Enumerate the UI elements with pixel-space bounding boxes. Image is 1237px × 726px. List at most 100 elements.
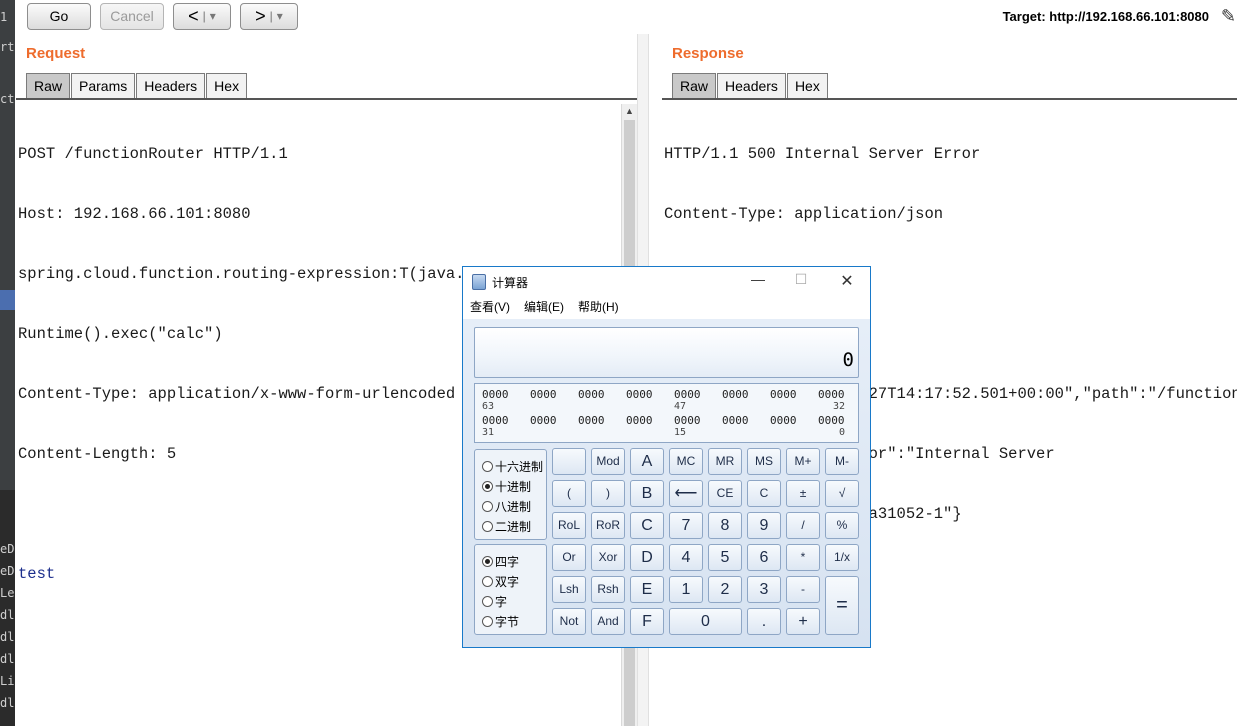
key-sqrt[interactable]: √	[825, 480, 859, 507]
key-not[interactable]: Not	[552, 608, 586, 635]
key-rsh[interactable]: Rsh	[591, 576, 625, 603]
radio-oct[interactable]: 八进制	[482, 498, 531, 515]
maximize-button[interactable]: ☐	[786, 271, 816, 288]
pencil-icon[interactable]: ✎	[1221, 6, 1236, 27]
key-1[interactable]: 1	[669, 576, 703, 603]
key-hex-c[interactable]: C	[630, 512, 664, 539]
key-4[interactable]: 4	[669, 544, 703, 571]
tab-hex[interactable]: Hex	[206, 73, 248, 98]
key-b[interactable]: B	[630, 480, 664, 507]
tab-raw[interactable]: Raw	[672, 73, 717, 98]
key-f[interactable]: F	[630, 608, 664, 635]
key-lsh[interactable]: Lsh	[552, 576, 586, 603]
key-negate[interactable]: ±	[786, 480, 820, 507]
key-and[interactable]: And	[591, 608, 625, 635]
calculator-titlebar[interactable]: 计算器 — ☐ ✕	[463, 267, 870, 297]
bit-index: 47	[674, 401, 687, 412]
key-3[interactable]: 3	[747, 576, 781, 603]
bit-group: 0000	[482, 414, 509, 427]
cancel-button[interactable]: Cancel	[100, 3, 164, 30]
left-strip-upper-panel	[0, 0, 15, 490]
key-blank[interactable]	[552, 448, 586, 475]
menu-help[interactable]: 帮助(H)	[578, 297, 619, 319]
word-radio-group: 四字 双字 字 字节	[474, 544, 547, 635]
left-strip-item: cti	[0, 92, 15, 106]
button-separator: |	[269, 9, 273, 23]
radio-label: 四字	[495, 555, 520, 569]
key-6[interactable]: 6	[747, 544, 781, 571]
calculator-title: 计算器	[492, 276, 529, 290]
radio-label: 二进制	[495, 520, 532, 534]
key-minus[interactable]: -	[786, 576, 820, 603]
minimize-button[interactable]: —	[743, 271, 773, 287]
menu-edit[interactable]: 编辑(E)	[524, 297, 564, 319]
backspace-icon[interactable]: ⟵	[669, 480, 703, 507]
tab-hex[interactable]: Hex	[786, 73, 828, 98]
radio-qword[interactable]: 四字	[482, 553, 519, 570]
key-rol[interactable]: RoL	[552, 512, 586, 539]
scroll-up-icon[interactable]: ▲	[625, 106, 634, 116]
bit-group: 0000	[770, 388, 797, 401]
key-2[interactable]: 2	[708, 576, 742, 603]
key-mminus[interactable]: M-	[825, 448, 859, 475]
key-ms[interactable]: MS	[747, 448, 781, 475]
bit-group: 0000	[674, 414, 701, 427]
key-divide[interactable]: /	[786, 512, 820, 539]
tab-headers[interactable]: Headers	[717, 73, 786, 98]
key-9[interactable]: 9	[747, 512, 781, 539]
key-reciprocal[interactable]: 1/x	[825, 544, 859, 571]
key-5[interactable]: 5	[708, 544, 742, 571]
key-or[interactable]: Or	[552, 544, 586, 571]
bit-group: 0000	[818, 414, 845, 427]
menu-view[interactable]: 查看(V)	[470, 297, 510, 319]
key-rparen[interactable]: )	[591, 480, 625, 507]
key-xor[interactable]: Xor	[591, 544, 625, 571]
radio-dec[interactable]: 十进制	[482, 478, 531, 495]
bit-group: 0000	[578, 388, 605, 401]
radio-word[interactable]: 字	[482, 593, 507, 610]
go-button[interactable]: Go	[27, 3, 91, 30]
key-mod[interactable]: Mod	[591, 448, 625, 475]
key-8[interactable]: 8	[708, 512, 742, 539]
key-multiply[interactable]: *	[786, 544, 820, 571]
key-c[interactable]: C	[747, 480, 781, 507]
key-0[interactable]: 0	[669, 608, 742, 635]
key-percent[interactable]: %	[825, 512, 859, 539]
bit-group: 0000	[626, 414, 653, 427]
key-a[interactable]: A	[630, 448, 664, 475]
left-strip-item[interactable]: dle	[0, 608, 15, 622]
key-mc[interactable]: MC	[669, 448, 703, 475]
key-d[interactable]: D	[630, 544, 664, 571]
left-strip-item[interactable]: Lex	[0, 586, 15, 600]
key-ce[interactable]: CE	[708, 480, 742, 507]
key-equals[interactable]: =	[825, 576, 859, 635]
back-button[interactable]: < | ▾	[173, 3, 231, 30]
tab-headers[interactable]: Headers	[136, 73, 206, 98]
key-plus[interactable]: +	[786, 608, 820, 635]
left-strip-item[interactable]: dle	[0, 696, 15, 710]
tab-params[interactable]: Params	[71, 73, 136, 98]
key-e[interactable]: E	[630, 576, 664, 603]
request-line: POST /functionRouter HTTP/1.1	[18, 145, 288, 163]
close-button[interactable]: ✕	[832, 271, 862, 291]
key-mr[interactable]: MR	[708, 448, 742, 475]
radio-byte[interactable]: 字节	[482, 613, 519, 630]
response-line: HTTP/1.1 500 Internal Server Error	[664, 145, 981, 163]
left-strip-item[interactable]: Lin	[0, 674, 15, 688]
key-ror[interactable]: RoR	[591, 512, 625, 539]
radio-label: 字	[495, 595, 508, 609]
display-value: 0	[842, 349, 854, 371]
key-7[interactable]: 7	[669, 512, 703, 539]
tab-raw[interactable]: Raw	[26, 73, 71, 98]
left-strip-item[interactable]: eDo	[0, 564, 15, 578]
forward-button[interactable]: > | ▾	[240, 3, 298, 30]
radio-hex[interactable]: 十六进制	[482, 458, 543, 475]
key-decimal[interactable]: .	[747, 608, 781, 635]
left-strip-item[interactable]: dle	[0, 630, 15, 644]
key-mplus[interactable]: M+	[786, 448, 820, 475]
left-strip-item[interactable]: eDo	[0, 542, 15, 556]
key-lparen[interactable]: (	[552, 480, 586, 507]
radio-bin[interactable]: 二进制	[482, 518, 531, 535]
left-strip-item[interactable]: dle	[0, 652, 15, 666]
radio-dword[interactable]: 双字	[482, 573, 519, 590]
